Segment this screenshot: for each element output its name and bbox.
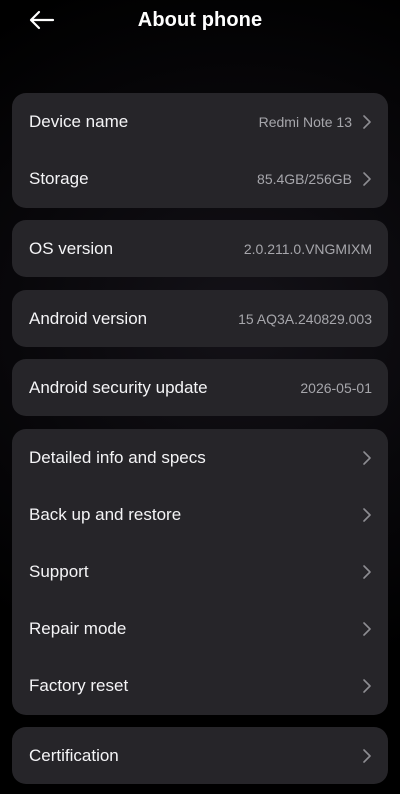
certification-label: Certification <box>29 745 119 765</box>
factory-reset-label: Factory reset <box>29 675 129 695</box>
os-version-label: OS version <box>29 238 114 258</box>
storage-row[interactable]: Storage 85.4GB/256GB <box>12 150 388 207</box>
storage-label: Storage <box>29 168 89 188</box>
chevron-right-icon <box>363 450 371 465</box>
certification-row[interactable]: Certification <box>12 727 388 784</box>
chevron-right-icon <box>363 678 371 693</box>
security-update-label: Android security update <box>29 377 208 397</box>
security-update-value: 2026-05-01 <box>300 379 372 396</box>
certification-card: Certification <box>12 727 388 784</box>
device-card: Device name Redmi Note 13 Storage 85.4GB… <box>12 93 388 208</box>
android-version-label: Android version <box>29 308 148 328</box>
factory-reset-row[interactable]: Factory reset <box>12 657 388 714</box>
chevron-right-icon <box>363 114 371 129</box>
backup-restore-label: Back up and restore <box>29 504 182 524</box>
support-label: Support <box>29 561 89 581</box>
backup-restore-row[interactable]: Back up and restore <box>12 486 388 543</box>
page-title: About phone <box>137 9 263 31</box>
detailed-info-row[interactable]: Detailed info and specs <box>12 429 388 486</box>
os-version-value: 2.0.211.0.VNGMIXM <box>243 240 372 257</box>
actions-card: Detailed info and specs Back up and rest… <box>12 429 388 715</box>
repair-mode-label: Repair mode <box>29 618 127 638</box>
storage-value: 85.4GB/256GB <box>257 170 352 187</box>
chevron-right-icon <box>363 621 371 636</box>
detailed-info-label: Detailed info and specs <box>29 447 206 467</box>
security-update-row[interactable]: Android security update 2026-05-01 <box>12 359 388 416</box>
android-version-card: Android version 15 AQ3A.240829.003 <box>12 290 388 347</box>
security-update-card: Android security update 2026-05-01 <box>12 359 388 416</box>
android-version-value: 15 AQ3A.240829.003 <box>238 310 372 327</box>
os-version-card: OS version 2.0.211.0.VNGMIXM <box>12 220 388 277</box>
os-version-row[interactable]: OS version 2.0.211.0.VNGMIXM <box>12 220 388 277</box>
repair-mode-row[interactable]: Repair mode <box>12 600 388 657</box>
chevron-right-icon <box>363 564 371 579</box>
device-name-row[interactable]: Device name Redmi Note 13 <box>12 93 388 150</box>
chevron-right-icon <box>363 748 371 763</box>
chevron-right-icon <box>363 507 371 522</box>
header: About phone <box>0 0 400 44</box>
device-name-label: Device name <box>29 111 129 131</box>
android-version-row[interactable]: Android version 15 AQ3A.240829.003 <box>12 290 388 347</box>
about-phone-screen: About phone Device name Redmi Note 13 St… <box>0 0 400 794</box>
chevron-right-icon <box>363 171 371 186</box>
device-name-value: Redmi Note 13 <box>258 113 352 130</box>
support-row[interactable]: Support <box>12 543 388 600</box>
